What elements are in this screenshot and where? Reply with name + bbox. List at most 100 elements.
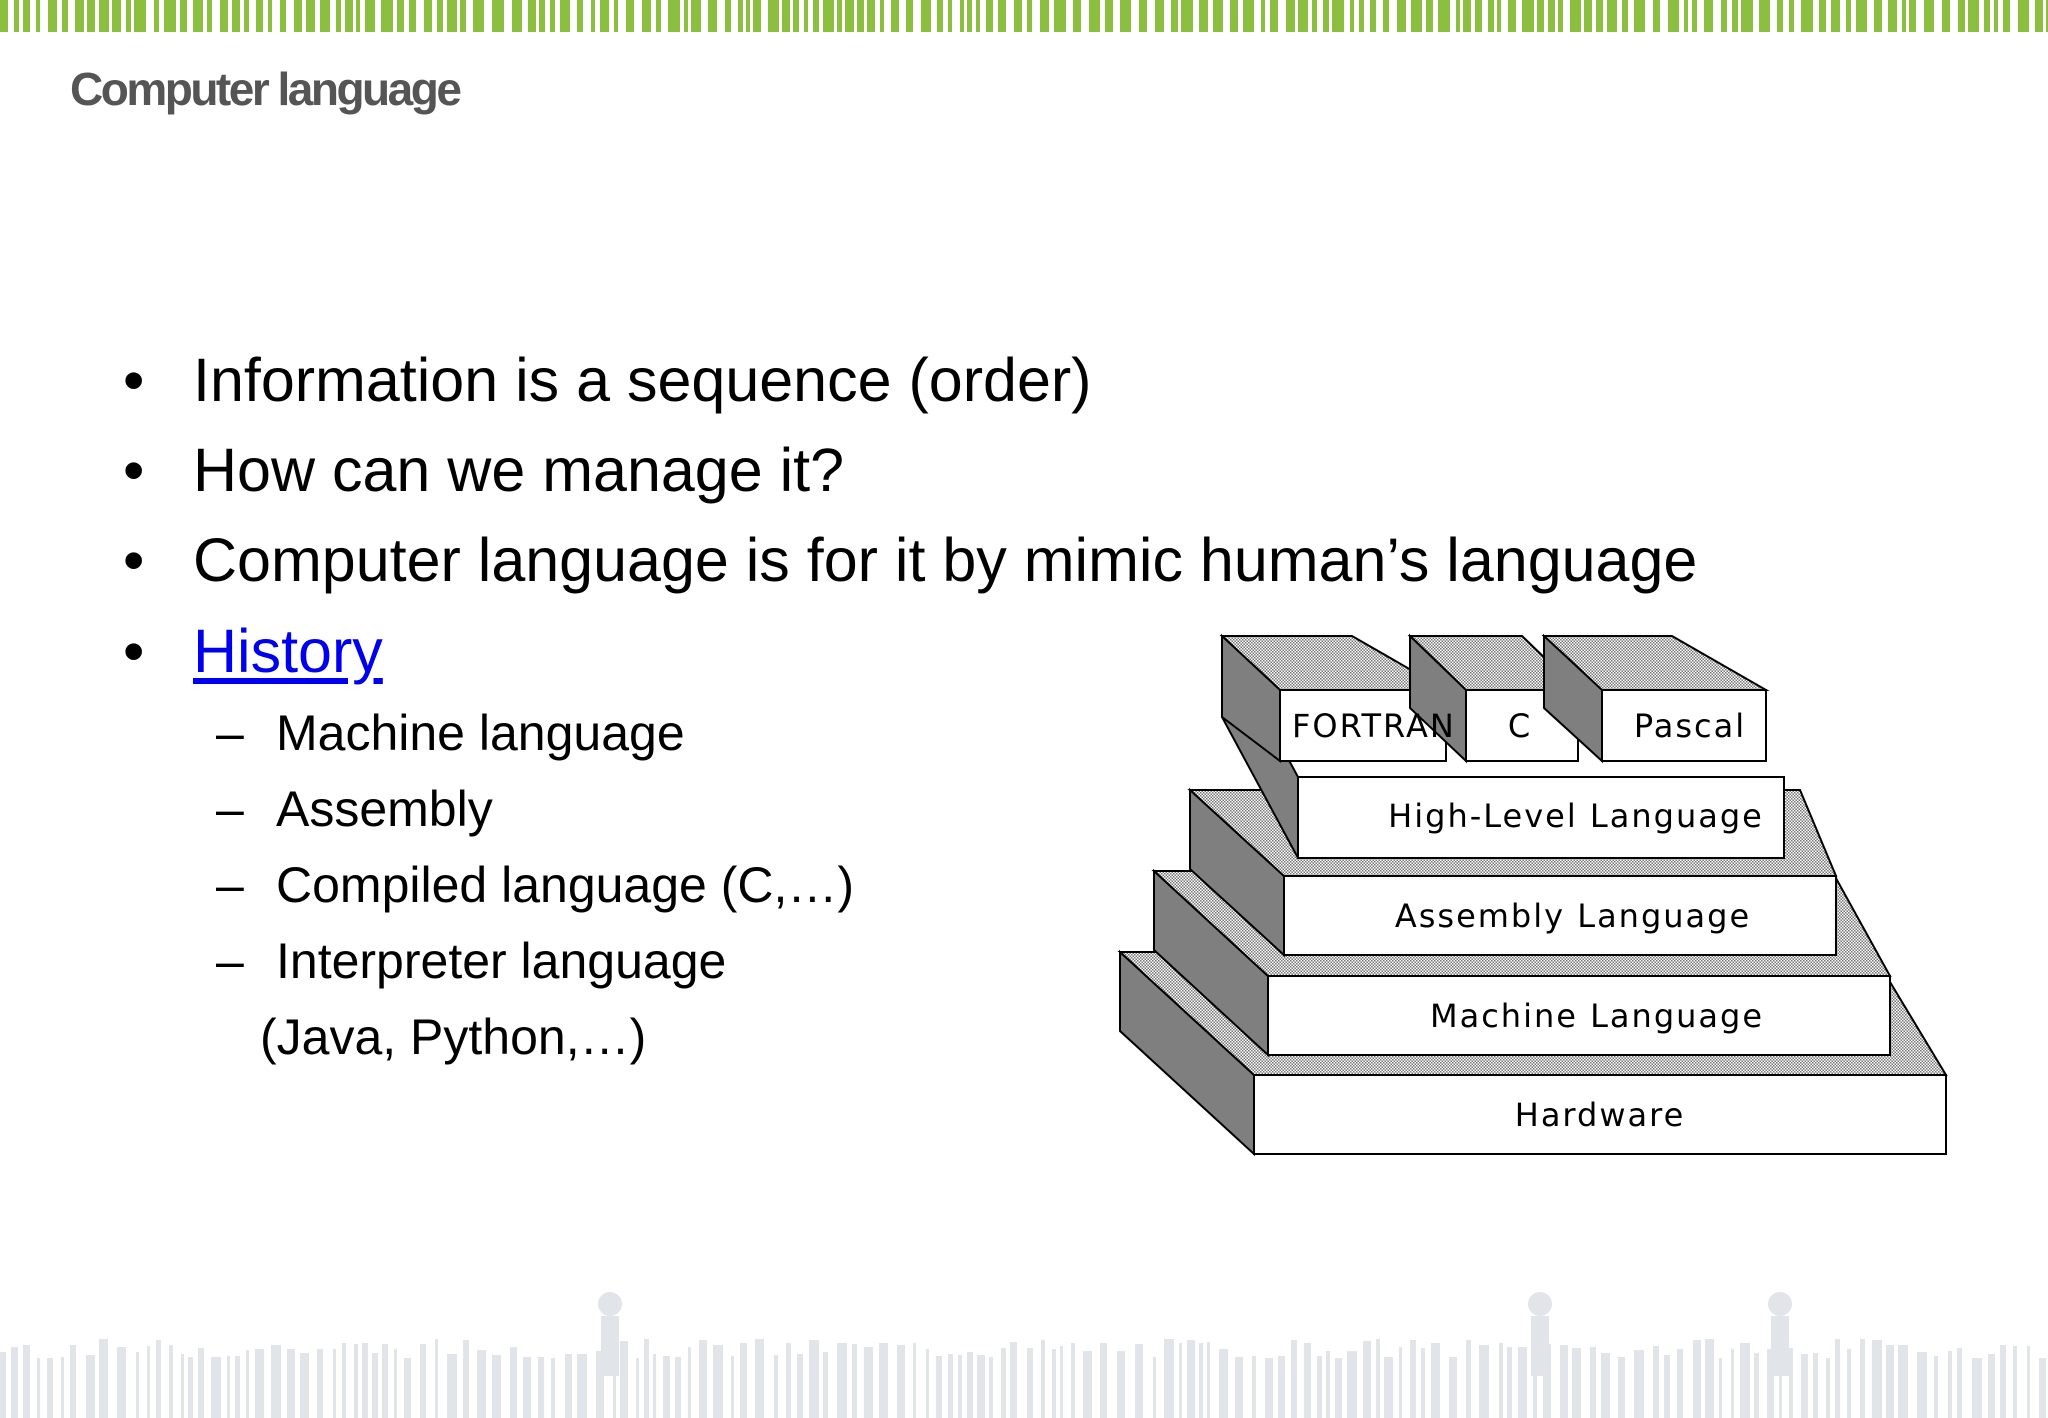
fortran-label: FORTRAN <box>1292 707 1456 745</box>
bottom-band-stripe <box>147 1346 150 1418</box>
sub-item-text: Interpreter language <box>276 933 727 989</box>
bottom-band-stripe <box>2039 1358 2046 1418</box>
bottom-band-stripe <box>699 1340 707 1418</box>
figure-silhouette-body <box>601 1316 619 1376</box>
bottom-band-stripe <box>211 1357 221 1418</box>
bottom-band-stripe <box>1466 1340 1471 1418</box>
bottom-band-stripe <box>1988 1354 1995 1418</box>
bottom-band-stripe <box>1153 1357 1156 1418</box>
bottom-band-stripe <box>1317 1356 1322 1418</box>
bottom-band-stripe <box>1083 1351 1092 1418</box>
history-link[interactable]: History <box>193 617 383 685</box>
bottom-band-stripe <box>477 1350 486 1418</box>
bottom-band-stripe <box>675 1357 681 1418</box>
bottom-band-stripe <box>1207 1342 1210 1418</box>
bottom-band-stripe <box>1789 1348 1793 1418</box>
bottom-band-stripe <box>227 1356 230 1418</box>
bottom-band-stripe <box>636 1358 639 1418</box>
bottom-band-stripe <box>565 1354 572 1418</box>
bottom-band-stripe <box>181 1354 184 1418</box>
bottom-band-stripe <box>1326 1351 1330 1418</box>
bullet-text: How can we manage it? <box>193 436 845 504</box>
bottom-band-stripe <box>1041 1340 1045 1418</box>
bottom-band-stripe <box>1835 1339 1840 1418</box>
sub-item-text: Assembly <box>276 781 493 837</box>
bottom-band-stripe <box>958 1355 962 1418</box>
sub-item-text: Machine language <box>276 705 685 761</box>
bottom-band-stripe <box>663 1356 670 1418</box>
machine-language-label: Machine Language <box>1430 997 1764 1035</box>
bottom-band-stripe <box>404 1358 411 1418</box>
bottom-band-stripe <box>1948 1351 1952 1418</box>
bottom-band-stripe <box>420 1344 426 1418</box>
bottom-band-stripe <box>1560 1345 1568 1418</box>
bottom-band-stripe <box>1872 1340 1882 1418</box>
sub-item-continuation: (Java, Python,…) <box>260 1009 647 1065</box>
bottom-band-stripe <box>188 1357 193 1418</box>
bottom-band-stripe <box>797 1354 803 1418</box>
bottom-band-stripe <box>372 1353 378 1418</box>
bottom-band-stripe <box>897 1345 905 1418</box>
bottom-band-stripe <box>447 1354 457 1418</box>
bullet-item: • Information is a sequence (order) <box>123 350 1092 411</box>
bottom-band-stripe <box>1052 1349 1056 1418</box>
bottom-decorative-band <box>0 1292 2046 1418</box>
bottom-band-stripe <box>2027 1346 2030 1418</box>
bottom-band-stripe <box>1705 1339 1714 1418</box>
bottom-band-stripe <box>1972 1358 1982 1418</box>
figure-silhouette-head <box>598 1292 622 1316</box>
bottom-band-stripe <box>1860 1339 1865 1418</box>
bottom-band-stripe <box>1618 1357 1625 1418</box>
bottom-band-stripe <box>37 1358 40 1418</box>
bottom-band-stripe <box>989 1357 993 1418</box>
sub-item-text: Compiled language (C,…) <box>276 857 855 913</box>
sub-dash-icon: – <box>216 705 244 761</box>
bottom-band-stripe <box>1719 1358 1722 1418</box>
bottom-band-stripe <box>1291 1340 1297 1418</box>
bottom-band-stripe <box>786 1343 791 1418</box>
bottom-band-stripe <box>1634 1350 1644 1418</box>
assembly-language-label: Assembly Language <box>1395 897 1751 935</box>
bottom-band-stripe <box>774 1355 778 1418</box>
bottom-band-stripe <box>913 1343 916 1418</box>
bottom-band-stripe <box>2000 1345 2006 1418</box>
bottom-band-stripe <box>1653 1346 1659 1418</box>
bottom-band-stripe <box>1813 1353 1818 1418</box>
bullet-item: • Computer language is for it by mimic h… <box>123 530 1697 591</box>
bottom-band-stripe <box>198 1348 204 1418</box>
figure-silhouette-head <box>1528 1292 1552 1316</box>
bottom-band-stripe <box>1001 1348 1006 1418</box>
bottom-band-stripe <box>382 1344 388 1418</box>
bottom-band-stripe <box>1135 1344 1143 1418</box>
bottom-band-stripe <box>300 1353 309 1418</box>
bottom-band-stripe <box>11 1347 18 1418</box>
bottom-band-stripe <box>837 1343 847 1418</box>
bottom-band-stripe <box>523 1357 531 1418</box>
bullet-item: • How can we manage it? <box>123 440 844 501</box>
bottom-band-stripe <box>852 1344 857 1418</box>
bottom-band-stripe <box>246 1350 249 1418</box>
bottom-band-stripe <box>967 1352 973 1418</box>
sub-dash-icon: – <box>216 933 244 989</box>
bottom-band-stripe <box>1847 1349 1851 1418</box>
bottom-band-stripe <box>342 1343 346 1418</box>
pascal-label: Pascal <box>1634 707 1746 745</box>
bottom-band-stripe <box>287 1349 295 1418</box>
bottom-band-stripe <box>394 1349 397 1418</box>
bottom-band-stripe <box>1693 1340 1701 1418</box>
bottom-band-stripe <box>317 1349 323 1418</box>
bottom-band-stripe <box>1100 1343 1107 1418</box>
bottom-band-stripe <box>1164 1339 1174 1418</box>
bottom-band-stripe <box>1934 1356 1938 1418</box>
bullet-dot-icon: • <box>123 617 145 685</box>
bottom-band-stripe <box>1363 1341 1371 1418</box>
hardware-label: Hardware <box>1515 1096 1686 1134</box>
bottom-band-stripe <box>1199 1343 1203 1418</box>
bottom-band-stripe <box>1347 1351 1357 1418</box>
bottom-band-stripe <box>653 1354 656 1418</box>
bottom-band-stripe <box>86 1355 95 1418</box>
bottom-band-stripe <box>1917 1352 1927 1418</box>
bottom-band-stripe <box>755 1339 764 1418</box>
bottom-band-stripe <box>1731 1349 1734 1418</box>
high-level-language-label: High-Level Language <box>1388 797 1764 835</box>
